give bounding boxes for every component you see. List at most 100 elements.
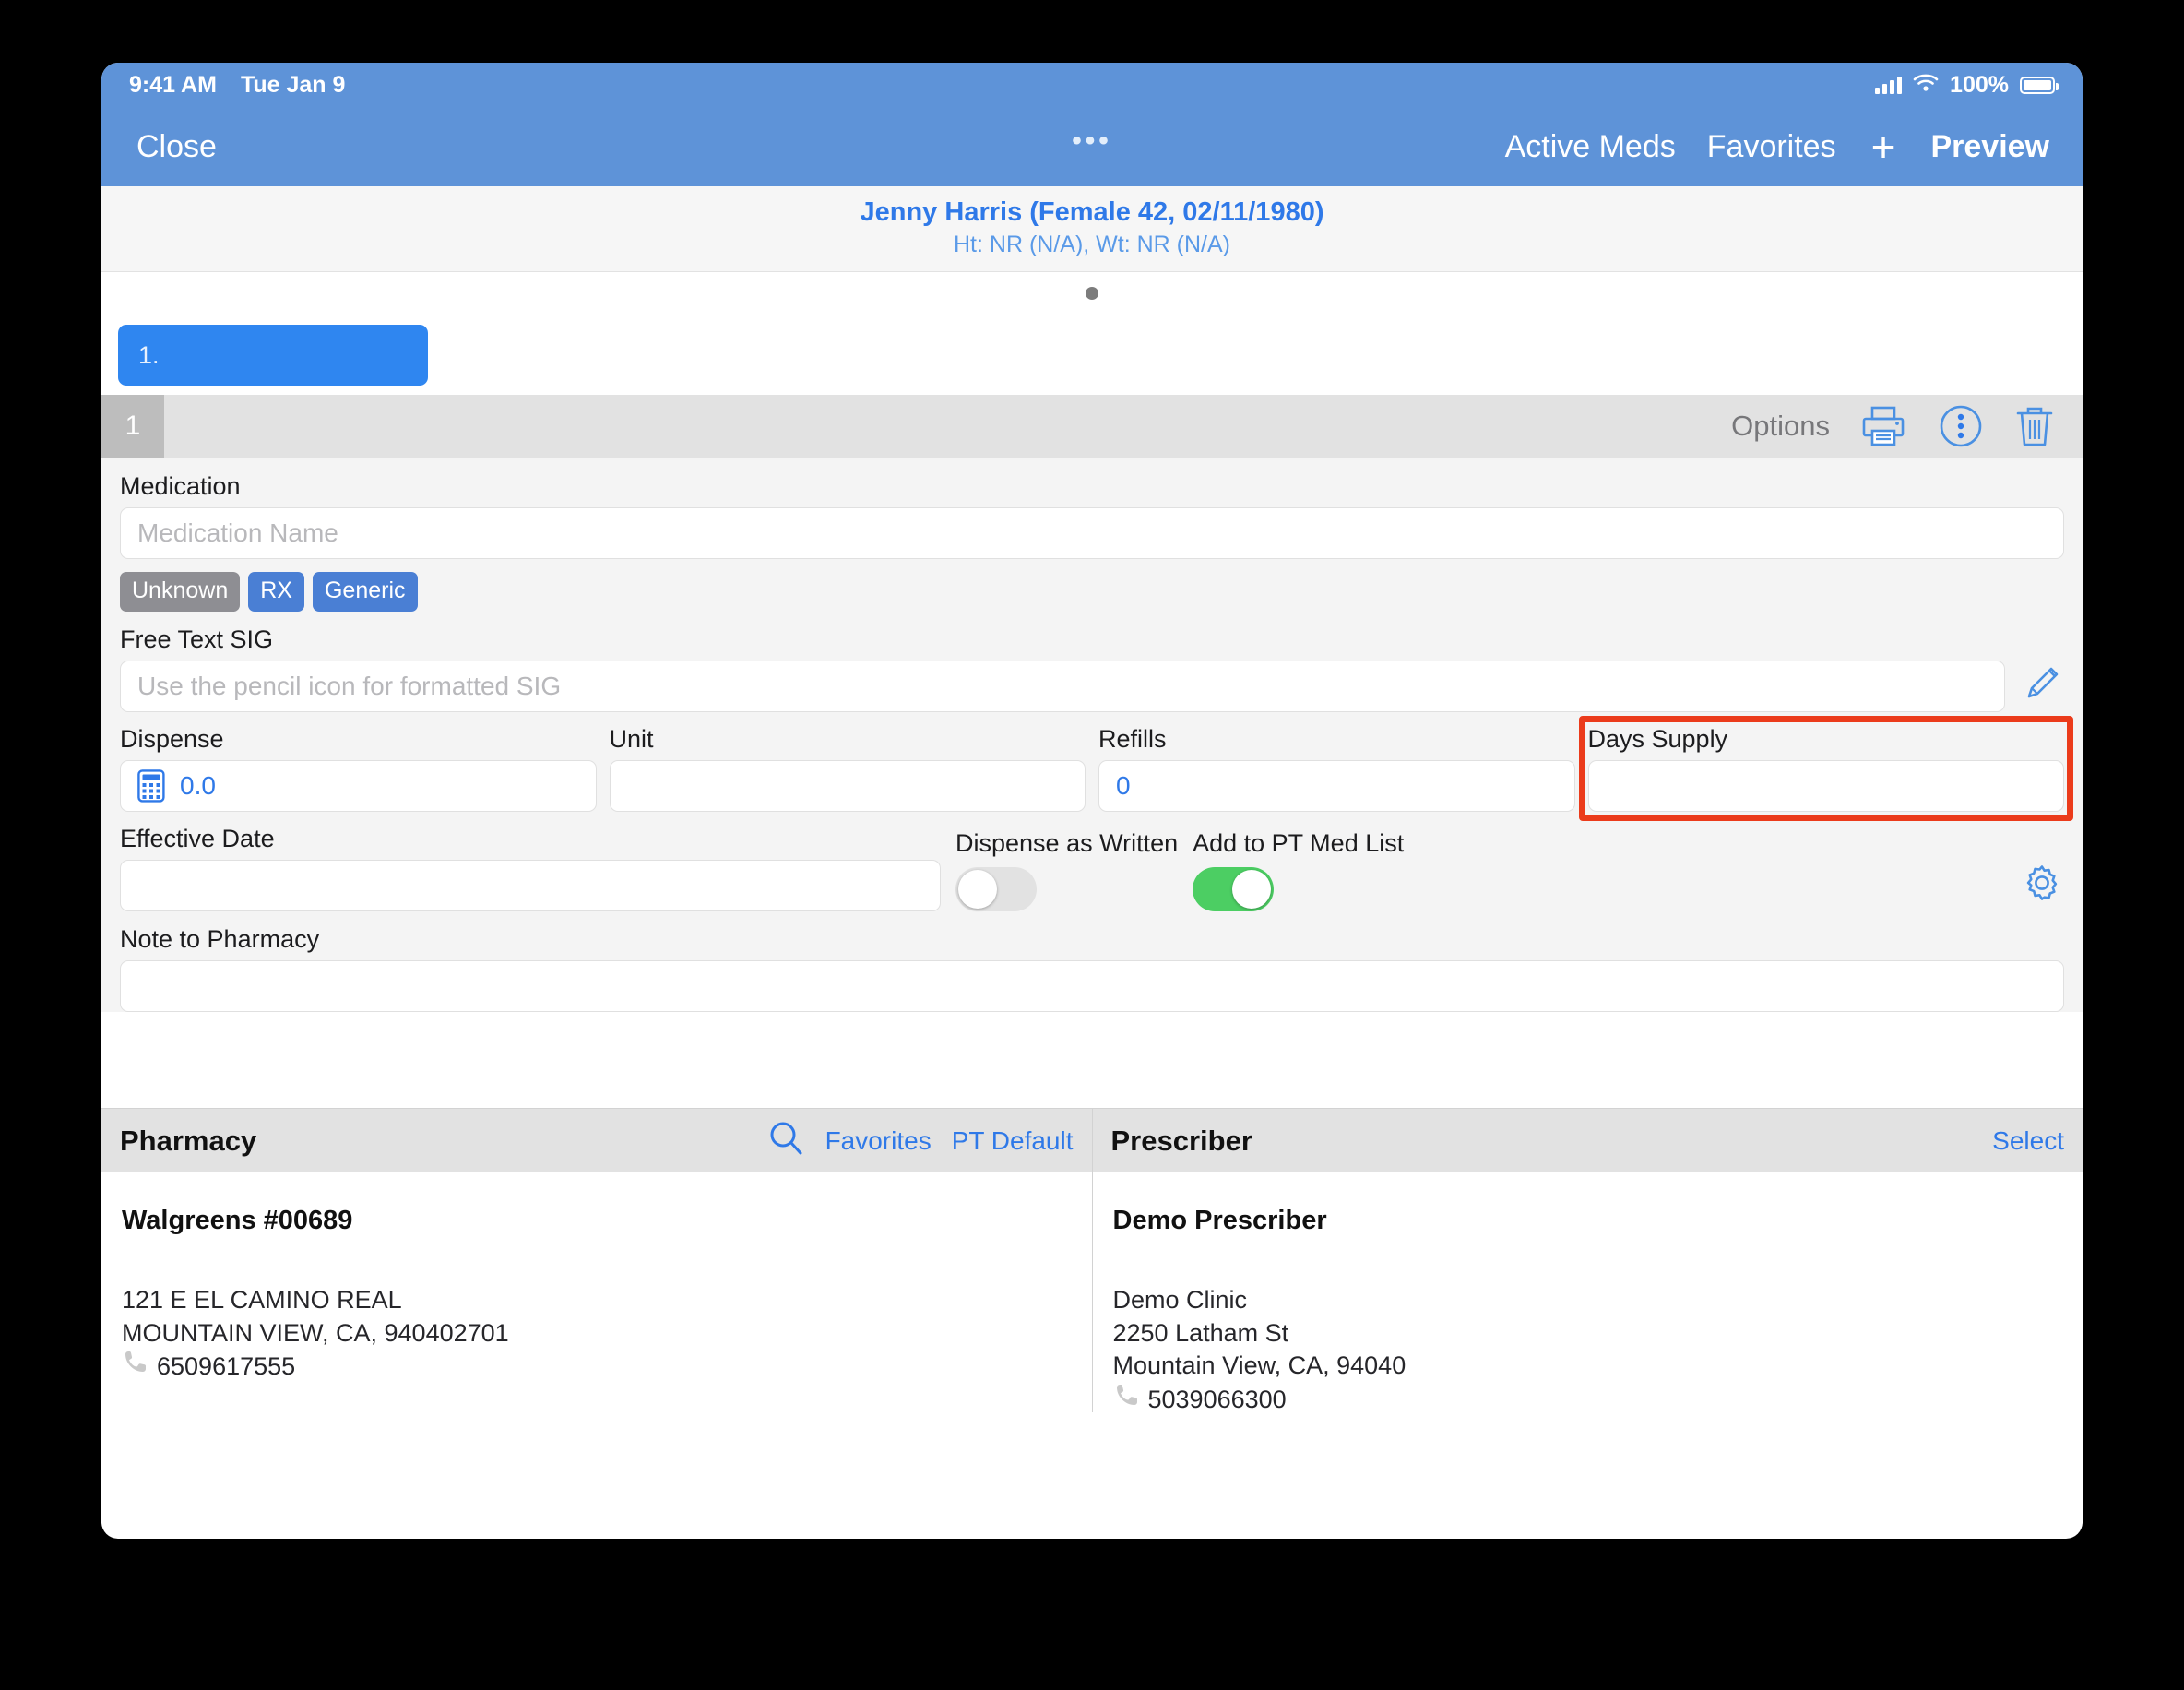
badge-rx[interactable]: RX xyxy=(248,572,304,612)
wifi-icon xyxy=(1913,72,1939,99)
note-to-pharmacy-label: Note to Pharmacy xyxy=(120,925,320,953)
preview-button[interactable]: Preview xyxy=(1930,129,2049,165)
days-supply-field: Days Supply xyxy=(1587,725,2064,812)
prescriber-clinic: Demo Clinic xyxy=(1112,1286,1248,1314)
medication-label: Medication xyxy=(120,472,241,500)
pharmacy-panel: Pharmacy Favorites PT Default Walgreens … xyxy=(101,1108,1092,1412)
pharmacy-favorites-link[interactable]: Favorites xyxy=(825,1126,932,1156)
add-to-pt-med-list-label: Add to PT Med List xyxy=(1193,829,1405,857)
pharmacy-phone-line: 6509617555 xyxy=(122,1350,1072,1385)
refills-input[interactable]: 0 xyxy=(1098,760,1575,812)
prescriber-address: Demo Clinic 2250 Latham St Mountain View… xyxy=(1113,1284,2063,1418)
navigation-bar: Close Active Meds Favorites + Preview xyxy=(101,107,2083,186)
refills-value: 0 xyxy=(1116,771,1131,800)
prescriber-panel: Prescriber Select Demo Prescriber Demo C… xyxy=(1092,1108,2083,1413)
pharmacy-search-icon[interactable] xyxy=(766,1119,805,1162)
medication-input[interactable]: Medication Name xyxy=(120,507,2064,559)
sig-row: Use the pencil icon for formatted SIG xyxy=(120,661,2064,712)
page-dot-1[interactable] xyxy=(1086,287,1098,300)
pharmacy-details[interactable]: Walgreens #00689 121 E EL CAMINO REAL MO… xyxy=(101,1172,1092,1412)
options-row: Effective Date Dispense as Written Add t… xyxy=(120,825,2064,911)
add-prescription-icon[interactable]: + xyxy=(1868,125,1900,168)
print-icon[interactable] xyxy=(1859,405,1907,447)
unit-label: Unit xyxy=(609,725,654,753)
prescriber-address-line2: Mountain View, CA, 94040 xyxy=(1112,1351,1407,1380)
effective-date-input[interactable] xyxy=(120,860,941,911)
note-to-pharmacy-input[interactable] xyxy=(120,960,2064,1012)
status-bar: 9:41 AM Tue Jan 9 ••• 100% xyxy=(101,63,2083,156)
medication-badges: Unknown RX Generic xyxy=(120,572,2064,612)
status-time: 9:41 AM xyxy=(129,71,217,98)
note-to-pharmacy-field: Note to Pharmacy xyxy=(120,925,2064,1012)
prescription-toolbar: 1 Options xyxy=(101,395,2083,458)
battery-percent-label: 100% xyxy=(1950,71,2009,98)
status-bar-right: 100% xyxy=(1875,71,2059,99)
calculator-icon[interactable] xyxy=(137,769,165,803)
dispense-row: Dispense 0.0 Unit Refills 0 Days Supply xyxy=(120,725,2064,812)
cellular-signal-icon xyxy=(1875,76,1903,94)
pharmacy-address: 121 E EL CAMINO REAL MOUNTAIN VIEW, CA, … xyxy=(122,1284,1072,1385)
favorites-button[interactable]: Favorites xyxy=(1707,129,1836,165)
battery-icon xyxy=(2020,76,2059,94)
dispense-label: Dispense xyxy=(120,725,224,753)
sig-label: Free Text SIG xyxy=(120,625,274,653)
badge-unknown[interactable]: Unknown xyxy=(120,572,241,612)
medication-field: Medication Medication Name xyxy=(120,472,2064,559)
page-indicator xyxy=(101,272,2083,314)
prescription-carousel: 1. xyxy=(101,272,2083,395)
prescription-tab-1[interactable]: 1. xyxy=(118,325,428,386)
prescriber-address-line1: 2250 Latham St xyxy=(1112,1318,1289,1347)
prescriber-title: Prescriber xyxy=(1110,1124,1252,1157)
settings-gear-icon[interactable] xyxy=(2020,861,2064,911)
dispense-field: Dispense 0.0 xyxy=(120,725,597,812)
add-to-pt-med-list-toggle[interactable] xyxy=(1193,867,1275,911)
sig-field: Free Text SIG Use the pencil icon for fo… xyxy=(120,625,2064,712)
dispense-as-written-field: Dispense as Written xyxy=(956,829,1178,911)
pharmacy-pt-default-link[interactable]: PT Default xyxy=(952,1126,1074,1156)
options-label: Options xyxy=(1731,410,1830,442)
more-options-icon[interactable] xyxy=(1939,404,1983,448)
add-to-pt-med-list-field: Add to PT Med List xyxy=(1193,829,1404,911)
edit-sig-pencil-icon[interactable] xyxy=(2022,661,2064,712)
refills-label: Refills xyxy=(1098,725,1167,753)
pharmacy-title: Pharmacy xyxy=(120,1124,257,1157)
effective-date-field: Effective Date xyxy=(120,825,941,911)
phone-icon xyxy=(122,1350,148,1385)
badge-generic[interactable]: Generic xyxy=(312,572,418,612)
pharmacy-panel-header: Pharmacy Favorites PT Default xyxy=(101,1108,1092,1172)
status-bar-left: 9:41 AM Tue Jan 9 xyxy=(129,72,345,99)
prescriber-name: Demo Prescriber xyxy=(1112,1206,1327,1235)
unit-field: Unit xyxy=(609,725,1086,812)
prescription-tab-label: 1. xyxy=(138,340,160,369)
prescriber-phone: 5039066300 xyxy=(1147,1385,1287,1413)
navigation-actions: Active Meds Favorites + Preview xyxy=(1505,125,2049,168)
close-button[interactable]: Close xyxy=(136,129,217,165)
prescriber-phone-line: 5039066300 xyxy=(1113,1383,2063,1418)
status-date: Tue Jan 9 xyxy=(240,71,346,98)
refills-field: Refills 0 xyxy=(1098,725,1575,812)
pharmacy-name: Walgreens #00689 xyxy=(122,1206,353,1235)
prescriber-details[interactable]: Demo Prescriber Demo Clinic 2250 Latham … xyxy=(1092,1172,2083,1413)
sig-placeholder: Use the pencil icon for formatted SIG xyxy=(137,672,562,700)
sig-input[interactable]: Use the pencil icon for formatted SIG xyxy=(120,661,2005,712)
unit-input[interactable] xyxy=(609,760,1086,812)
active-meds-button[interactable]: Active Meds xyxy=(1505,129,1676,165)
prescriber-panel-header: Prescriber Select xyxy=(1092,1108,2083,1172)
dispense-value: 0.0 xyxy=(180,771,216,800)
prescription-form: Medication Medication Name Unknown RX Ge… xyxy=(101,458,2083,1012)
patient-vitals-label: Ht: NR (N/A), Wt: NR (N/A) xyxy=(954,232,1230,257)
dispense-input[interactable]: 0.0 xyxy=(120,760,597,812)
bottom-panels: Pharmacy Favorites PT Default Walgreens … xyxy=(101,1108,2083,1413)
pharmacy-address-line1: 121 E EL CAMINO REAL xyxy=(122,1286,402,1314)
days-supply-input[interactable] xyxy=(1587,760,2064,812)
pharmacy-phone: 6509617555 xyxy=(157,1352,296,1381)
delete-icon[interactable] xyxy=(2014,404,2055,448)
prescriber-select-link[interactable]: Select xyxy=(1992,1126,2064,1156)
effective-date-label: Effective Date xyxy=(120,825,275,852)
phone-icon xyxy=(1113,1383,1139,1418)
patient-header[interactable]: Jenny Harris (Female 42, 02/11/1980) Ht:… xyxy=(101,186,2083,272)
dispense-as-written-toggle[interactable] xyxy=(956,867,1037,911)
days-supply-label: Days Supply xyxy=(1587,725,1728,753)
toggle-knob xyxy=(958,870,997,909)
dispense-as-written-label: Dispense as Written xyxy=(956,829,1179,857)
